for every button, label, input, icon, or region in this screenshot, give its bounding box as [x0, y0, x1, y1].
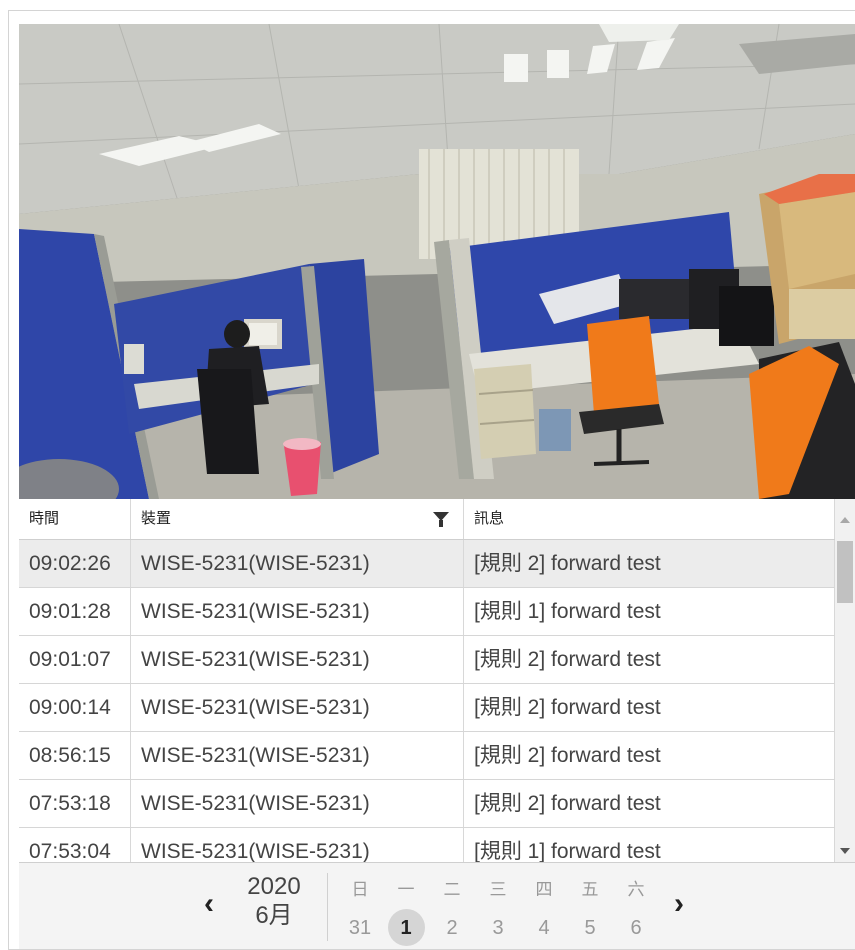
event-log-table: 時間 裝置 訊息 09:02:26 WISE-5231(WISE-5231) […: [19, 499, 855, 862]
table-row[interactable]: 09:01:07 WISE-5231(WISE-5231) [規則 2] for…: [19, 636, 835, 684]
table-row[interactable]: 09:00:14 WISE-5231(WISE-5231) [規則 2] for…: [19, 684, 835, 732]
filter-icon[interactable]: [433, 512, 449, 527]
cell-device: WISE-5231(WISE-5231): [131, 828, 464, 862]
day-cell[interactable]: 6: [613, 911, 659, 945]
scroll-down-icon[interactable]: [840, 848, 850, 854]
weekday-label: 二: [443, 880, 461, 899]
cell-message: [規則 2] forward test: [464, 684, 835, 731]
day-cell[interactable]: 5: [567, 911, 613, 945]
date-picker: ‹ 2020 6月 日 一 二 三 四 五 六 31 1 2 3 4 5 6 ›: [19, 862, 855, 949]
cell-message: [規則 2] forward test: [464, 636, 835, 683]
cell-time: 09:02:26: [19, 540, 131, 587]
table-row[interactable]: 09:01:28 WISE-5231(WISE-5231) [規則 1] for…: [19, 588, 835, 636]
event-panel: 時間 裝置 訊息 09:02:26 WISE-5231(WISE-5231) […: [8, 10, 855, 950]
cell-device: WISE-5231(WISE-5231): [131, 636, 464, 683]
cell-time: 08:56:15: [19, 732, 131, 779]
weekday-label: 四: [535, 880, 553, 899]
weekday-label: 一: [397, 880, 415, 899]
weekday-row: 日 一 二 三 四 五 六: [337, 875, 659, 900]
day-cell[interactable]: 4: [521, 911, 567, 945]
cell-time: 09:01:07: [19, 636, 131, 683]
cell-message: [規則 2] forward test: [464, 732, 835, 779]
column-header-message[interactable]: 訊息: [464, 499, 835, 539]
column-header-device-label: 裝置: [141, 510, 172, 527]
table-header: 時間 裝置 訊息: [19, 499, 835, 540]
cell-time: 09:01:28: [19, 588, 131, 635]
day-cell-selected[interactable]: 1: [383, 909, 429, 946]
day-cell[interactable]: 3: [475, 911, 521, 945]
cell-message: [規則 2] forward test: [464, 540, 835, 587]
scroll-up-icon[interactable]: [840, 517, 850, 523]
cell-message: [規則 1] forward test: [464, 588, 835, 635]
cell-time: 07:53:18: [19, 780, 131, 827]
camera-snapshot: [19, 24, 855, 499]
cell-device: WISE-5231(WISE-5231): [131, 780, 464, 827]
year-label: 2020: [247, 873, 301, 900]
weekday-label: 日: [351, 880, 369, 899]
cell-device: WISE-5231(WISE-5231): [131, 684, 464, 731]
weekday-label: 五: [581, 880, 599, 899]
weekday-label: 三: [489, 880, 507, 899]
cell-time: 09:00:14: [19, 684, 131, 731]
month-label: 6月: [255, 902, 293, 929]
day-row: 31 1 2 3 4 5 6: [337, 909, 659, 946]
column-header-device[interactable]: 裝置: [131, 499, 464, 539]
chevron-left-icon[interactable]: ‹: [199, 889, 219, 919]
weekday-label: 六: [627, 880, 645, 899]
table-row[interactable]: 07:53:18 WISE-5231(WISE-5231) [規則 2] for…: [19, 780, 835, 828]
cell-time: 07:53:04: [19, 828, 131, 862]
cell-device: WISE-5231(WISE-5231): [131, 540, 464, 587]
divider: [327, 873, 328, 941]
day-cell[interactable]: 2: [429, 911, 475, 945]
table-row[interactable]: 08:56:15 WISE-5231(WISE-5231) [規則 2] for…: [19, 732, 835, 780]
year-month-label: 2020 6月: [234, 873, 314, 931]
table-row[interactable]: 09:02:26 WISE-5231(WISE-5231) [規則 2] for…: [19, 540, 835, 588]
scrollbar-thumb[interactable]: [837, 541, 853, 603]
day-cell[interactable]: 31: [337, 911, 383, 945]
cell-device: WISE-5231(WISE-5231): [131, 588, 464, 635]
cell-device: WISE-5231(WISE-5231): [131, 732, 464, 779]
table-body: 09:02:26 WISE-5231(WISE-5231) [規則 2] for…: [19, 540, 835, 862]
cell-message: [規則 1] forward test: [464, 828, 835, 862]
table-row[interactable]: 07:53:04 WISE-5231(WISE-5231) [規則 1] for…: [19, 828, 835, 862]
column-header-time[interactable]: 時間: [19, 499, 131, 539]
cell-message: [規則 2] forward test: [464, 780, 835, 827]
chevron-right-icon[interactable]: ›: [669, 889, 689, 919]
vertical-scrollbar[interactable]: [835, 499, 855, 862]
